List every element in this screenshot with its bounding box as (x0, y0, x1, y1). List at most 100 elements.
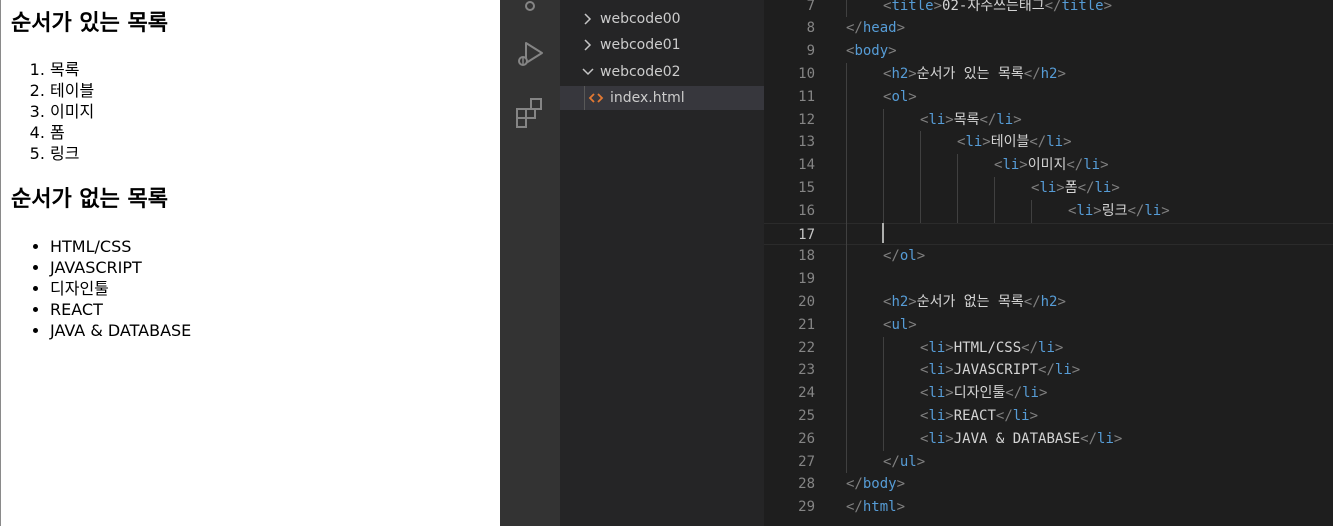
code-line[interactable]: 24 <li>디자인툴</li> (764, 382, 1333, 405)
tag-bracket: </ (1029, 134, 1047, 151)
tag-bracket: > (1103, 0, 1113, 14)
indent-guide (994, 199, 995, 223)
code-line[interactable]: 26 <li>JAVA & DATABASE</li> (764, 427, 1333, 451)
code-text: <title>02-자주쓰는태그</title> (883, 0, 1112, 17)
line-number: 10 (798, 66, 815, 82)
indent-guide (920, 177, 921, 200)
tag-bracket: > (896, 499, 906, 516)
indent-guide (920, 199, 921, 223)
code-line[interactable]: 19 (764, 268, 1333, 291)
tag-name: h2 (891, 294, 909, 310)
tag-bracket: > (982, 134, 991, 151)
text-content: 링크 (1101, 202, 1128, 219)
unordered-list-heading: 순서가 없는 목록 (11, 187, 168, 212)
line-number: 29 (798, 499, 815, 516)
code-line[interactable]: 27 </ul> (764, 450, 1333, 474)
extensions-icon[interactable] (514, 96, 546, 128)
text-content: 02-자주쓰는태그 (942, 0, 1045, 14)
tag-name: li (928, 362, 946, 379)
tag-bracket: > (1113, 430, 1123, 447)
folder-webcode01[interactable]: webcode01 (560, 33, 764, 57)
indent-guide (846, 313, 847, 337)
code-line[interactable]: 16 <li>링크</li> (764, 199, 1333, 223)
folder-webcode00[interactable]: webcode00 (560, 7, 764, 31)
tag-name: ol (899, 248, 917, 265)
code-line[interactable]: 12 <li>목록</li> (764, 108, 1333, 132)
text-content: 테이블 (990, 134, 1030, 151)
tag-bracket: > (1057, 66, 1066, 82)
tag-bracket: > (1029, 408, 1039, 424)
line-number: 12 (798, 111, 815, 128)
tag-name: h2 (1040, 66, 1058, 82)
code-text: <li>REACT</li> (920, 405, 1038, 428)
line-number: 24 (798, 385, 815, 402)
indent-guide (883, 359, 884, 383)
indent-guide (994, 177, 995, 200)
indent-guide (846, 199, 847, 223)
indent-guide (846, 154, 847, 177)
indent-guide (846, 0, 847, 18)
code-editor[interactable]: 7 <title>02-자주쓰는태그</title> 8 </head> 9 <body>… (764, 0, 1333, 526)
code-text: <li>목록</li> (920, 109, 1022, 132)
indent-guide (883, 131, 884, 155)
code-line[interactable]: 25 <li>REACT</li> (764, 405, 1333, 428)
unordered-list: HTML/CSS JAVASCRIPT 디자인툴 REACT JAVA & DA… (11, 236, 191, 341)
list-item: 테이블 (50, 80, 94, 101)
tag-bracket: > (1038, 385, 1048, 402)
code-line[interactable]: 10 <h2>순서가 있는 목록</h2> (764, 63, 1333, 86)
file-index-html[interactable]: index.html (560, 86, 764, 110)
code-line[interactable]: 8 </head> (764, 17, 1333, 40)
chevron-right-icon (584, 13, 592, 25)
chevron-right-icon (584, 39, 592, 51)
code-line[interactable]: 23 <li>JAVASCRIPT</li> (764, 359, 1333, 383)
tag-bracket: > (933, 0, 943, 14)
tag-name: li (1012, 408, 1030, 424)
tag-name: li (1039, 180, 1057, 196)
indent-guide (1031, 199, 1032, 223)
tag-bracket: </ (846, 20, 863, 37)
code-line[interactable]: 14 <li>이미지</li> (764, 154, 1333, 177)
code-line[interactable]: 20 <h2>순서가 없는 목록</h2> (764, 291, 1333, 314)
folder-webcode02[interactable]: webcode02 (560, 60, 764, 84)
tag-bracket: </ (1080, 430, 1098, 447)
line-number: 22 (798, 339, 815, 356)
tag-bracket: </ (846, 476, 863, 493)
tag-name: li (928, 430, 946, 447)
indent-guide (846, 245, 847, 269)
indent-guide (846, 177, 847, 200)
line-number: 27 (798, 453, 815, 470)
source-control-icon[interactable] (514, 0, 546, 18)
code-line[interactable]: 21 <ul> (764, 313, 1333, 337)
line-number: 18 (798, 248, 815, 265)
code-line[interactable]: 7 <title>02-자주쓰는태그</title> (764, 0, 1333, 18)
code-line[interactable]: 18 </ol> (764, 245, 1333, 269)
code-line[interactable]: 17 (764, 222, 1333, 246)
code-text: <li>이미지</li> (994, 154, 1109, 177)
tag-bracket: > (1063, 134, 1072, 151)
code-text: <li>HTML/CSS</li> (920, 337, 1063, 360)
code-line[interactable]: 9 <body> (764, 40, 1333, 63)
indent-guide (920, 154, 921, 177)
tag-bracket: </ (1023, 294, 1041, 310)
tag-bracket: </ (1021, 339, 1039, 356)
tag-bracket: > (908, 316, 917, 333)
indent-guide (846, 382, 847, 405)
code-line[interactable]: 29 </html> (764, 496, 1333, 519)
code-text: <body> (846, 40, 897, 63)
line-number: 26 (798, 430, 815, 447)
code-line[interactable]: 11 <ol> (764, 85, 1333, 109)
run-debug-icon[interactable] (514, 38, 546, 70)
code-line[interactable]: 28 </body> (764, 473, 1333, 496)
tag-name: li (1094, 180, 1112, 196)
text-content: JAVA & DATABASE (953, 430, 1081, 447)
code-line[interactable]: 13 <li>테이블</li> (764, 131, 1333, 155)
tag-name: li (1076, 202, 1094, 219)
folder-label: webcode02 (600, 64, 681, 80)
tag-bracket: > (945, 362, 954, 379)
code-line[interactable]: 15 <li>폼</li> (764, 177, 1333, 200)
line-number: 8 (806, 20, 815, 37)
file-label: index.html (610, 90, 685, 106)
code-line[interactable]: 22 <li>HTML/CSS</li> (764, 336, 1333, 360)
tag-bracket: > (916, 248, 926, 265)
line-number: 21 (798, 316, 815, 333)
